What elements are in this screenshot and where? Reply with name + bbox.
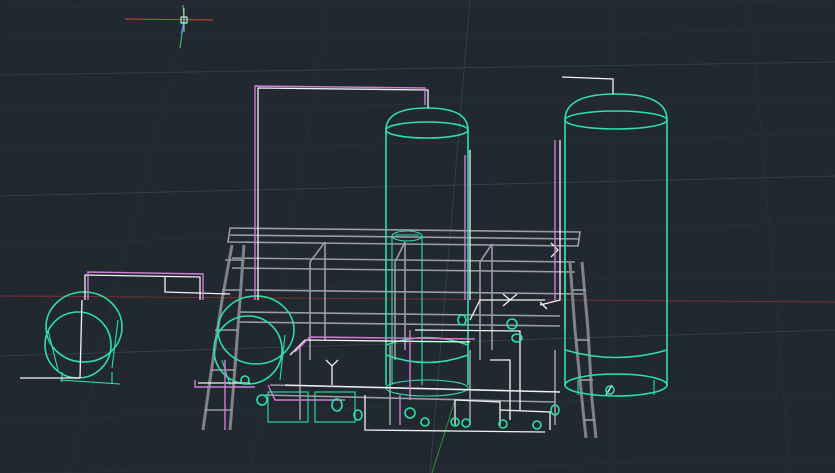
cad-3d-viewport[interactable] [0,0,835,473]
model-space-canvas[interactable] [0,0,835,473]
wcs-x-axis-line [0,295,835,303]
horizontal-drum-left[interactable] [44,291,123,385]
vertical-vessel-1[interactable] [385,107,469,397]
process-piping-magenta[interactable] [87,85,556,430]
ucs-axis-icon [124,4,214,49]
horizontal-drum-center[interactable] [213,295,295,386]
pump-units[interactable] [240,314,615,430]
